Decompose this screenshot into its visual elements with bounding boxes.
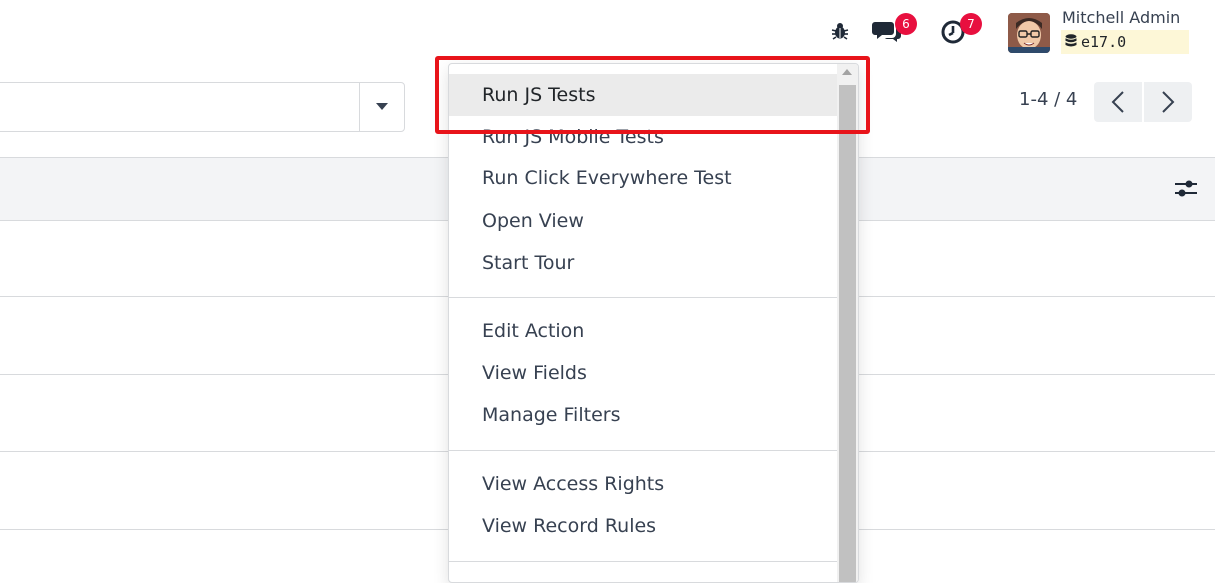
search-options-toggle[interactable] <box>359 83 404 131</box>
user-name[interactable]: Mitchell Admin <box>1062 8 1180 27</box>
menu-scrollbar-thumb[interactable] <box>839 85 856 582</box>
menu-divider <box>449 297 837 298</box>
search-bar[interactable] <box>0 82 405 132</box>
pager-previous-button[interactable] <box>1094 82 1142 122</box>
menu-scrollbar[interactable] <box>837 64 858 582</box>
optional-columns-toggle[interactable] <box>1173 176 1199 202</box>
bug-icon[interactable] <box>829 20 851 42</box>
caret-down-icon <box>376 103 388 110</box>
user-avatar[interactable] <box>1008 13 1050 53</box>
database-tag: e17.0 <box>1061 30 1189 54</box>
sliders-icon <box>1175 180 1197 197</box>
menu-item-open-view[interactable]: Open View <box>449 200 837 242</box>
debug-menu-dropdown: Run JS Tests Run JS Mobile Tests Run Cli… <box>448 63 859 583</box>
pager-next-button[interactable] <box>1144 82 1192 122</box>
menu-item-view-access-rights[interactable]: View Access Rights <box>449 463 837 505</box>
chevron-right-icon <box>1162 91 1175 113</box>
menu-divider <box>449 450 837 451</box>
menu-item-run-js-tests[interactable]: Run JS Tests <box>449 74 837 116</box>
messages-count-badge: 6 <box>895 13 917 35</box>
menu-divider <box>449 561 837 562</box>
menu-item-run-js-mobile-tests[interactable]: Run JS Mobile Tests <box>449 116 837 158</box>
activities-count-badge: 7 <box>960 13 982 35</box>
menu-item-run-click-everywhere-test[interactable]: Run Click Everywhere Test <box>449 157 837 199</box>
menu-item-view-record-rules[interactable]: View Record Rules <box>449 505 837 547</box>
top-navbar: 6 7 Mitchell Admin e17.0 <box>0 0 1215 60</box>
menu-item-edit-action[interactable]: Edit Action <box>449 310 837 352</box>
chevron-left-icon <box>1111 91 1124 113</box>
menu-item-manage-filters[interactable]: Manage Filters <box>449 394 837 436</box>
database-icon <box>1065 31 1077 55</box>
database-name: e17.0 <box>1081 33 1127 51</box>
scroll-up-arrow-icon[interactable] <box>842 68 852 75</box>
menu-item-start-tour[interactable]: Start Tour <box>449 242 837 284</box>
pager-value[interactable]: 1-4 / 4 <box>1019 89 1077 110</box>
menu-item-view-fields[interactable]: View Fields <box>449 352 837 394</box>
